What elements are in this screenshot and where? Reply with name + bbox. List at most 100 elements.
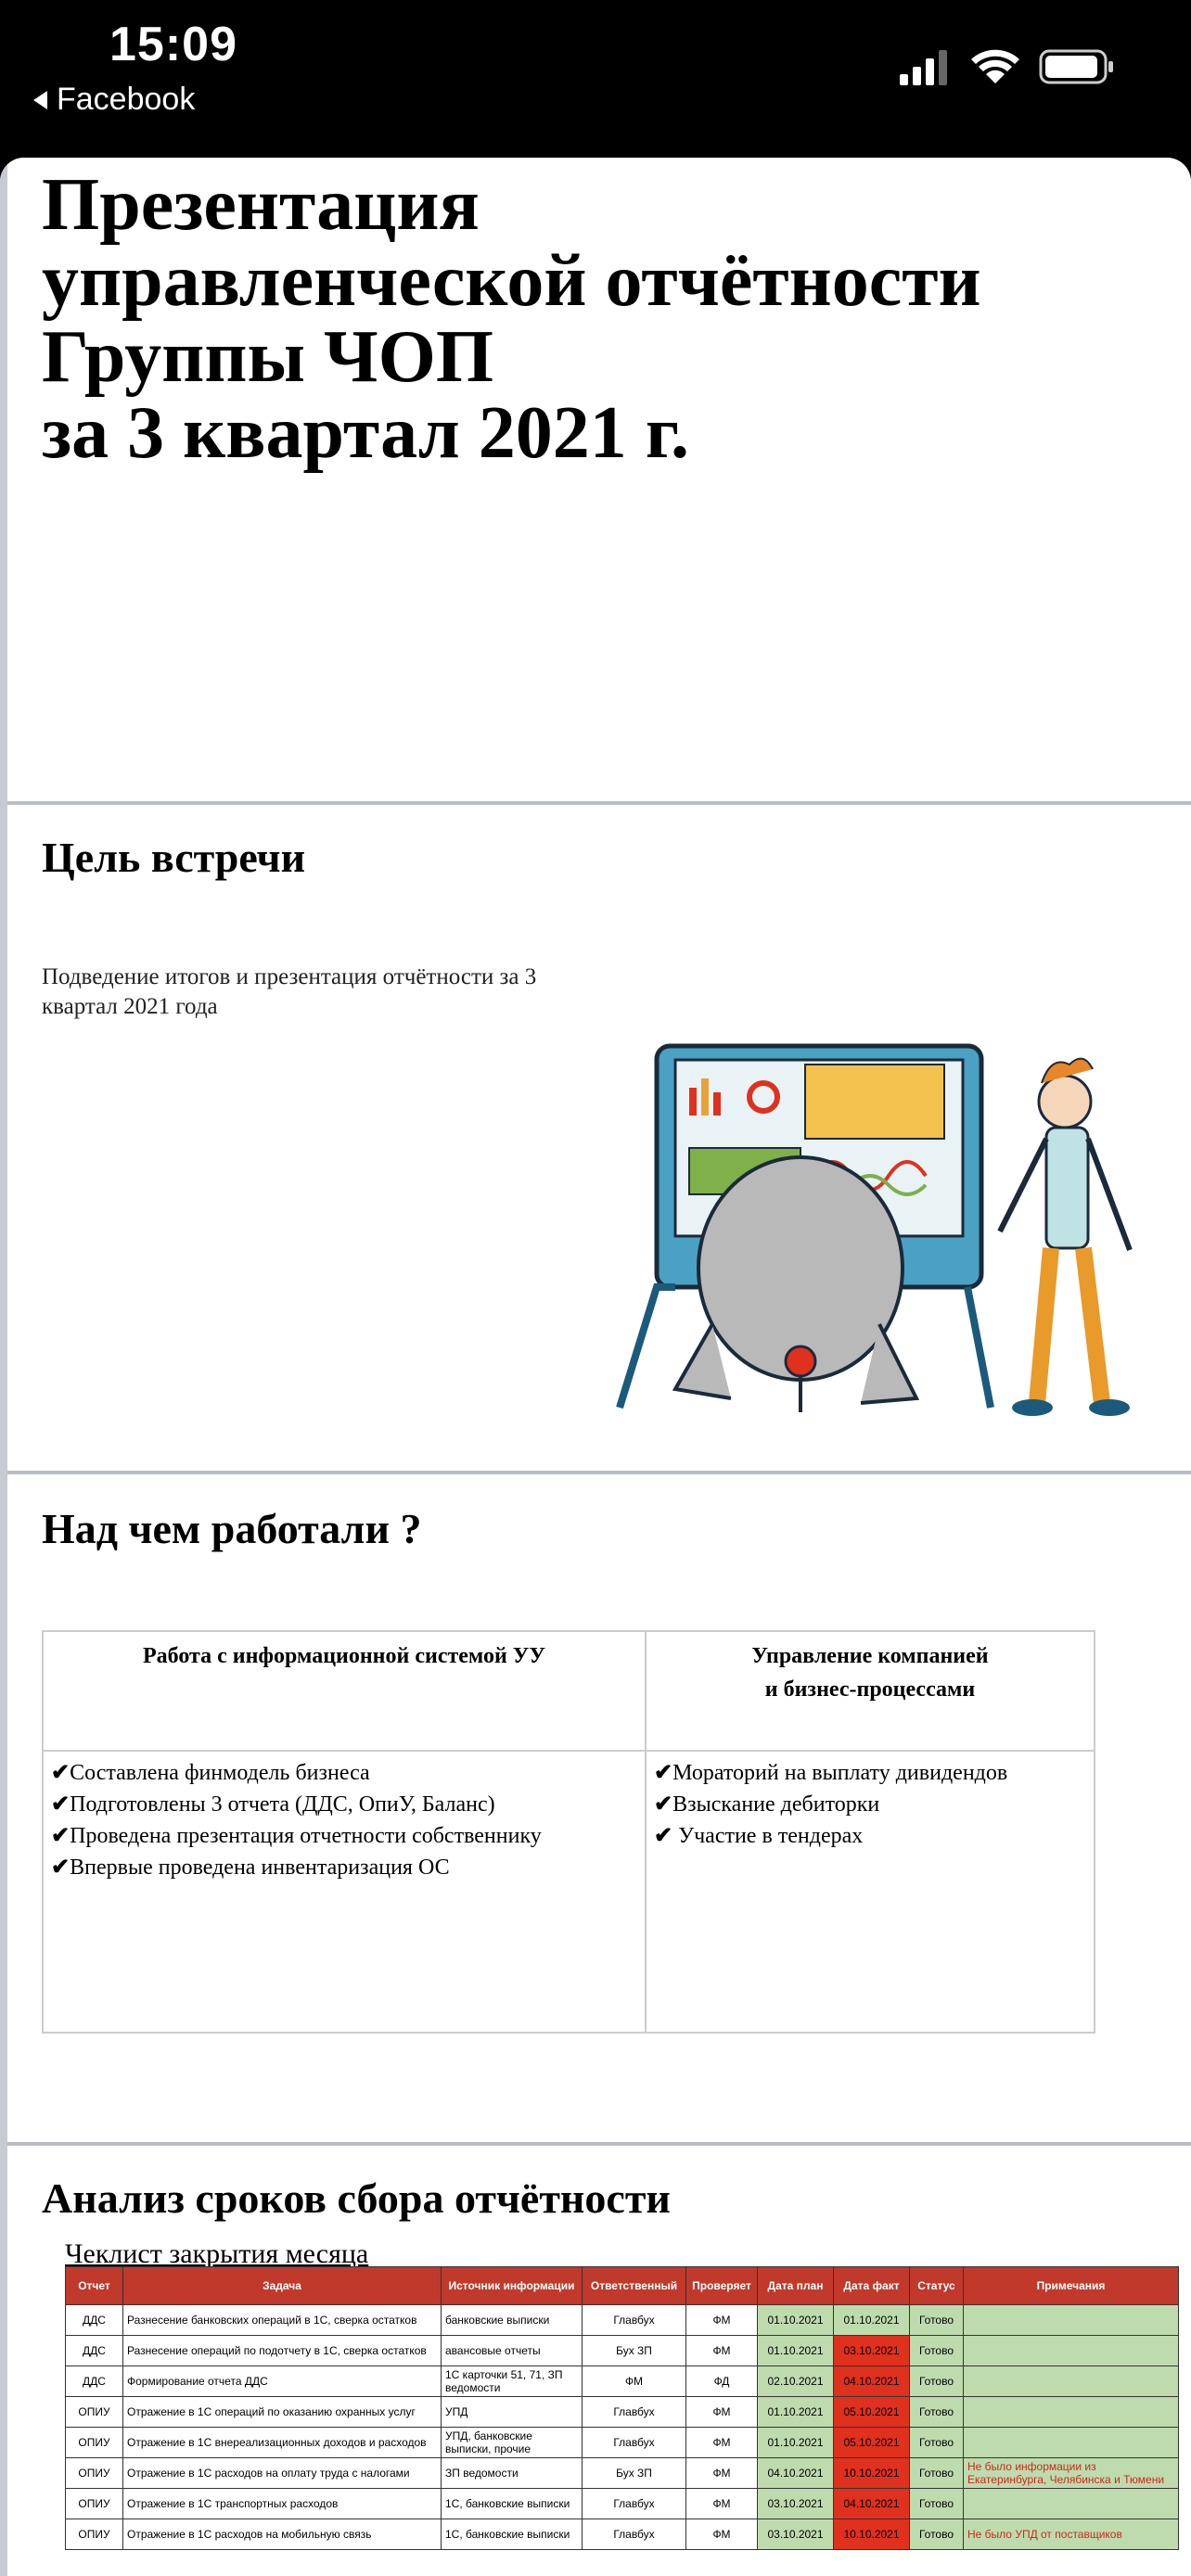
- status-cell: Готово: [909, 2396, 964, 2428]
- source-cell: банковские выписки: [441, 2304, 583, 2336]
- status-cell: Готово: [909, 2366, 964, 2397]
- status-icons: [900, 49, 1113, 85]
- status-cell: Готово: [909, 2488, 964, 2519]
- plan-date-cell: 04.10.2021: [757, 2457, 834, 2489]
- table-row: ОПИУ Отражение в 1С операций по оказанию …: [65, 2396, 1179, 2428]
- list-item: ✔Мораторий на выплату дивидендов: [654, 1757, 1086, 1789]
- responsible-cell: Главбух: [582, 2396, 686, 2428]
- presentation-viewer[interactable]: Презентация управленческой отчётности Гр…: [0, 158, 1191, 2576]
- checker-cell: ФМ: [685, 2396, 758, 2428]
- list-item: ✔ Участие в тендерах: [654, 1820, 1086, 1852]
- report-cell: ДДС: [65, 2335, 123, 2366]
- notes-cell: [963, 2304, 1179, 2336]
- title-line: Группы ЧОП: [42, 316, 494, 398]
- table-row: ОПИУ Отражение в 1С расходов на мобильную…: [65, 2519, 1179, 2550]
- slide-heading: Анализ сроков сбора отчётности: [42, 2174, 671, 2222]
- report-cell: ОПИУ: [65, 2427, 123, 2458]
- work-list-system: ✔Составлена финмодель бизнеса ✔Подготовл…: [42, 1750, 647, 2034]
- checkmark-icon: ✔: [51, 1824, 70, 1848]
- checker-cell: ФМ: [685, 2488, 758, 2519]
- item-text: Впервые проведена инвентаризация ОС: [70, 1855, 450, 1880]
- task-cell: Отражение в 1С транспортных расходов: [122, 2488, 442, 2519]
- item-text: Участие в тендерах: [672, 1824, 864, 1848]
- checkmark-icon: ✔: [654, 1824, 673, 1848]
- checker-cell: ФМ: [685, 2304, 758, 2336]
- notes-cell: Не было УПД от поставщиков: [963, 2519, 1179, 2550]
- plan-date-cell: 03.10.2021: [757, 2519, 834, 2550]
- column-header: Проверяет: [685, 2266, 758, 2305]
- fact-date-cell: 05.10.2021: [833, 2396, 910, 2428]
- plan-date-cell: 01.10.2021: [757, 2335, 834, 2366]
- column-header: Управление компанией и бизнес-процессами: [645, 1630, 1095, 1752]
- work-table: Работа с информационной системой УУ Упра…: [42, 1630, 1095, 2034]
- table-row: ДДС Разнесение операций по подотчету в 1С…: [65, 2335, 1179, 2366]
- notes-cell: [963, 2427, 1179, 2458]
- item-text: Проведена презентация отчетности собстве…: [70, 1824, 542, 1848]
- plan-date-cell: 02.10.2021: [757, 2366, 834, 2397]
- table-row: ОПИУ Отражение в 1С расходов на оплату тр…: [65, 2457, 1179, 2489]
- back-to-app-button[interactable]: Facebook: [33, 82, 195, 118]
- illustration-monster-at-computer: [616, 1043, 1133, 1416]
- column-header: Работа с информационной системой УУ: [42, 1630, 647, 1752]
- plan-date-cell: 01.10.2021: [757, 2304, 834, 2336]
- fact-date-cell: 03.10.2021: [833, 2335, 910, 2366]
- work-list-management: ✔Мораторий на выплату дивидендов ✔Взыска…: [645, 1750, 1095, 2034]
- header-line: и бизнес-процессами: [764, 1677, 976, 1702]
- status-cell: Готово: [909, 2519, 964, 2550]
- column-header: Отчет: [65, 2266, 123, 2305]
- column-header: Примечания: [963, 2266, 1179, 2305]
- table-row: ОПИУ Отражение в 1С внереализационных дох…: [65, 2427, 1179, 2458]
- column-header: Задача: [122, 2266, 442, 2305]
- plan-date-cell: 03.10.2021: [757, 2488, 834, 2519]
- fact-date-cell: 05.10.2021: [833, 2427, 910, 2458]
- task-cell: Отражение в 1С расходов на мобильную свя…: [122, 2519, 442, 2550]
- title-line: Презентация: [42, 164, 480, 246]
- slide-heading: Над чем работали ?: [42, 1505, 422, 1552]
- status-cell: Готово: [909, 2457, 964, 2489]
- fact-date-cell: 10.10.2021: [833, 2519, 910, 2550]
- task-cell: Формирование отчета ДДС: [122, 2366, 442, 2397]
- table-row: ДДС Разнесение банковских операций в 1С, …: [65, 2304, 1179, 2336]
- plan-date-cell: 01.10.2021: [757, 2396, 834, 2428]
- checker-cell: ФМ: [685, 2427, 758, 2458]
- report-cell: ОПИУ: [65, 2396, 123, 2428]
- responsible-cell: Главбух: [582, 2427, 686, 2458]
- fact-date-cell: 04.10.2021: [833, 2366, 910, 2397]
- report-cell: ОПИУ: [65, 2457, 123, 2489]
- responsible-cell: Главбух: [582, 2519, 686, 2550]
- source-cell: УПД: [441, 2396, 583, 2428]
- column-header: Ответственный: [582, 2266, 686, 2305]
- wifi-icon: [971, 49, 1019, 83]
- header-line: Управление компанией: [751, 1644, 989, 1668]
- item-text: Мораторий на выплату дивидендов: [672, 1761, 1008, 1785]
- list-item: ✔Взыскание дебиторки: [654, 1789, 1086, 1820]
- source-cell: 1С, банковские выписки: [441, 2488, 583, 2519]
- slide-heading: Цель встречи: [42, 834, 306, 881]
- responsible-cell: Главбух: [582, 2488, 686, 2519]
- cellular-signal-icon: [900, 50, 947, 85]
- item-text: Взыскание дебиторки: [672, 1792, 880, 1817]
- back-arrow-icon: [33, 90, 47, 109]
- table-row: ДДС Формирование отчета ДДС 1С карточки 51…: [65, 2366, 1179, 2397]
- battery-icon: [1039, 49, 1113, 84]
- status-cell: Готово: [909, 2335, 964, 2366]
- status-bar: 15:09 Facebook: [0, 0, 1191, 158]
- checklist-table: Отчет Задача Источник информации Ответст…: [65, 2266, 1179, 2550]
- presentation-title: Презентация управленческой отчётности Гр…: [42, 167, 1155, 471]
- report-cell: ОПИУ: [65, 2488, 123, 2519]
- fact-date-cell: 01.10.2021: [833, 2304, 910, 2336]
- task-cell: Разнесение операций по подотчету в 1С, с…: [122, 2335, 442, 2366]
- item-text: Составлена финмодель бизнеса: [70, 1761, 370, 1785]
- source-cell: 1С, банковские выписки: [441, 2519, 583, 2550]
- notes-cell: Не было информации из Екатеринбурга, Чел…: [963, 2457, 1179, 2489]
- task-cell: Отражение в 1С внереализационных доходов…: [122, 2427, 442, 2458]
- checklist-link[interactable]: Чеклист закрытия месяца: [65, 2238, 368, 2270]
- fact-date-cell: 10.10.2021: [833, 2457, 910, 2489]
- report-cell: ДДС: [65, 2366, 123, 2397]
- checkmark-icon: ✔: [51, 1855, 70, 1880]
- checker-cell: ФМ: [685, 2457, 758, 2489]
- checker-cell: ФД: [685, 2366, 758, 2397]
- column-header: Источник информации: [441, 2266, 583, 2305]
- checker-cell: ФМ: [685, 2519, 758, 2550]
- notes-cell: [963, 2488, 1179, 2519]
